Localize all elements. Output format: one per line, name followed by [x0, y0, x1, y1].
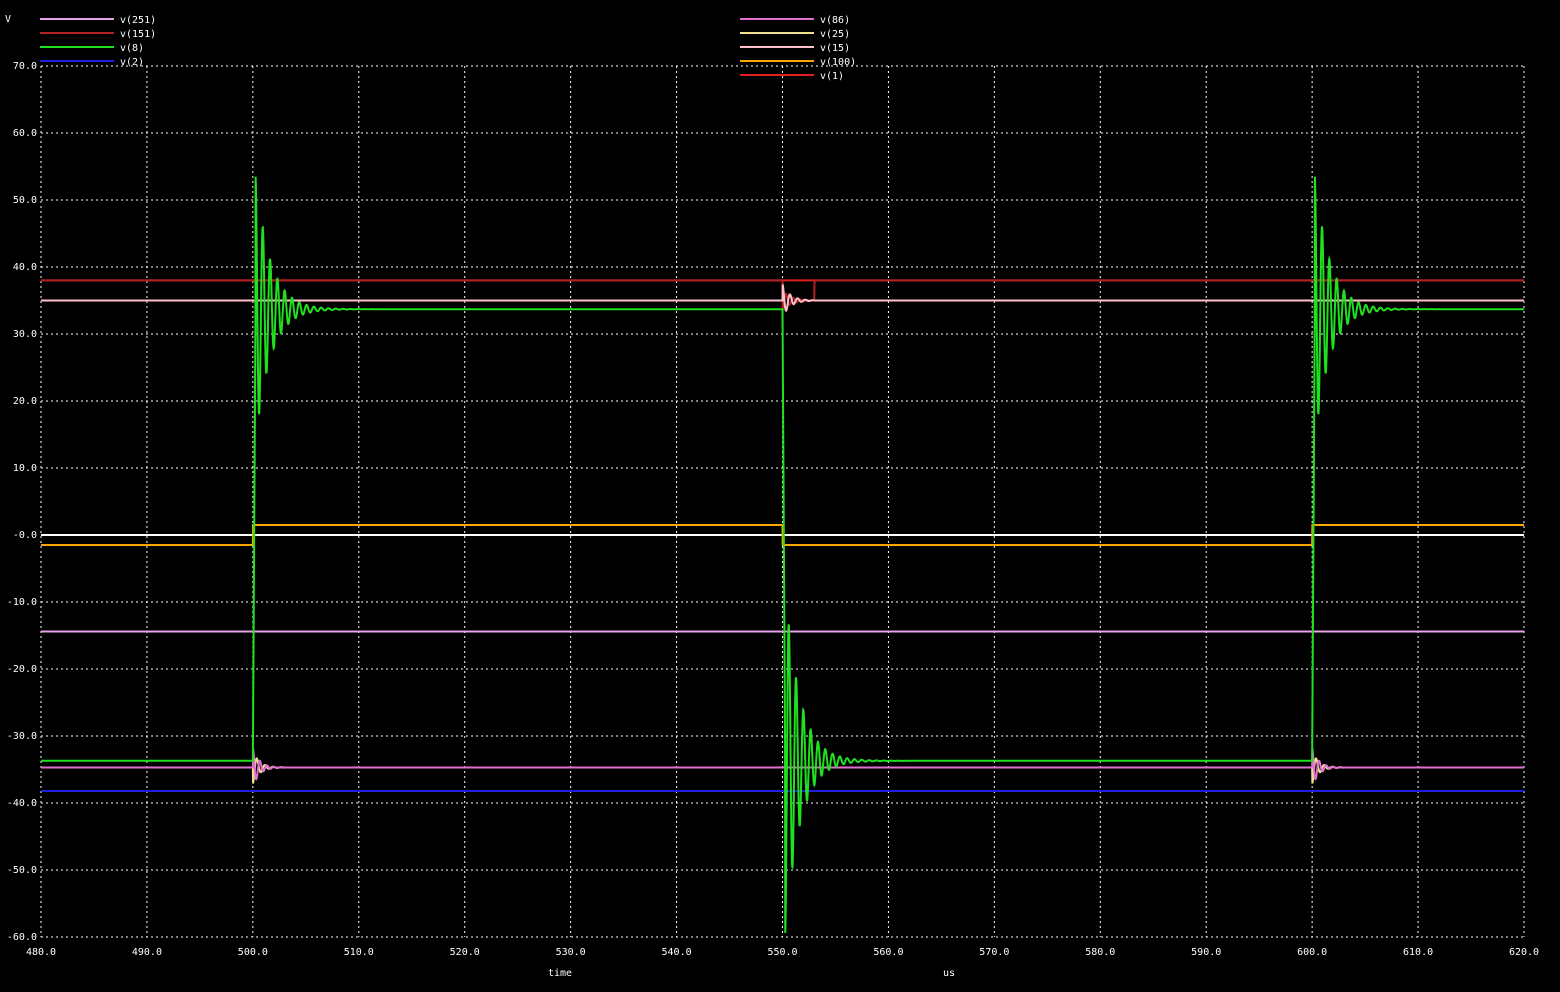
- tick-labels: 480.0 490.0 500.0 510.0 520.0 530.0 540.0 550.0…: [7, 61, 1539, 958]
- x-axis-unit: us: [943, 968, 955, 979]
- x-tick-label: 570.0: [979, 947, 1009, 958]
- y-tick-label: 40.0: [13, 262, 37, 273]
- x-tick-label: 540.0: [662, 947, 692, 958]
- y-tick-label: 10.0: [13, 463, 37, 474]
- y-tick-label: 30.0: [13, 329, 37, 340]
- x-tick-label: 530.0: [556, 947, 586, 958]
- y-tick-label: -40.0: [7, 798, 37, 809]
- legend-label: v(86): [820, 15, 850, 26]
- legend-label: v(15): [820, 43, 850, 54]
- x-tick-label: 520.0: [450, 947, 480, 958]
- x-tick-label: 600.0: [1297, 947, 1327, 958]
- y-tick-label: -30.0: [7, 731, 37, 742]
- x-tick-label: 620.0: [1509, 947, 1539, 958]
- waveform-plot: 480.0 490.0 500.0 510.0 520.0 530.0 540.0 550.0…: [5, 14, 1539, 979]
- x-tick-label: 480.0: [26, 947, 56, 958]
- legend: v(251) v(151) v(8) v(2) v(86) v(25) v(15) v(100…: [40, 15, 856, 82]
- y-tick-label: 60.0: [13, 128, 37, 139]
- y-tick-label: -50.0: [7, 865, 37, 876]
- y-tick-label: -0.0: [13, 530, 37, 541]
- y-tick-label: 50.0: [13, 195, 37, 206]
- x-tick-label: 550.0: [767, 947, 797, 958]
- legend-label: v(100): [820, 57, 856, 68]
- y-axis-label: V: [5, 14, 11, 25]
- y-tick-label: -20.0: [7, 664, 37, 675]
- y-tick-label: -60.0: [7, 932, 37, 943]
- x-tick-label: 500.0: [238, 947, 268, 958]
- x-tick-label: 510.0: [344, 947, 374, 958]
- trace-v86: [41, 748, 1524, 781]
- x-tick-label: 610.0: [1403, 947, 1433, 958]
- x-tick-label: 560.0: [873, 947, 903, 958]
- x-axis-label: time: [548, 968, 572, 979]
- x-tick-label: 590.0: [1191, 947, 1221, 958]
- traces: [41, 176, 1524, 934]
- legend-label: v(25): [820, 29, 850, 40]
- y-tick-label: 20.0: [13, 396, 37, 407]
- legend-label: v(8): [120, 43, 144, 54]
- legend-label: v(1): [820, 71, 844, 82]
- legend-label: v(2): [120, 57, 144, 68]
- y-tick-label: 70.0: [13, 61, 37, 72]
- x-tick-label: 580.0: [1085, 947, 1115, 958]
- legend-label: v(251): [120, 15, 156, 26]
- grid: [40, 65, 1525, 938]
- legend-label: v(151): [120, 29, 156, 40]
- y-tick-label: -10.0: [7, 597, 37, 608]
- x-tick-label: 490.0: [132, 947, 162, 958]
